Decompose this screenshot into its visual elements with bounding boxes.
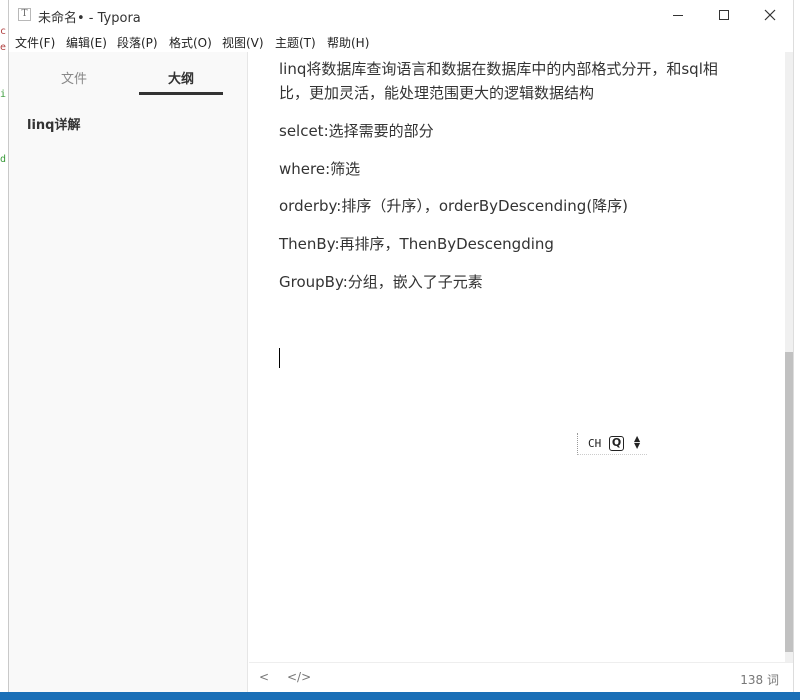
- menu-edit[interactable]: 编辑(E): [66, 34, 107, 51]
- outline-item[interactable]: linq详解: [27, 114, 80, 133]
- menu-bar: 文件(F) 编辑(E) 段落(P) 格式(O) 视图(V) 主题(T) 帮助(H…: [9, 30, 793, 52]
- minimize-icon: [673, 15, 683, 16]
- maximize-button[interactable]: [701, 0, 747, 30]
- paragraph[interactable]: orderby:排序（升序），orderByDescending(降序): [279, 194, 628, 218]
- background-fragment: e: [0, 42, 7, 53]
- tab-outline[interactable]: 大纲: [168, 68, 194, 87]
- close-button[interactable]: [747, 0, 793, 30]
- window-border: [793, 0, 800, 692]
- paragraph[interactable]: ThenBy:再排序，ThenByDescengding: [279, 232, 554, 256]
- background-fragment: i: [0, 89, 7, 100]
- word-count[interactable]: 138 词: [740, 671, 779, 688]
- paragraph[interactable]: selcet:选择需要的部分: [279, 119, 434, 143]
- ime-mode-label[interactable]: CH: [588, 437, 601, 450]
- ime-toolbar[interactable]: CH Q ▲ ▼: [577, 433, 647, 455]
- scrollbar[interactable]: [785, 52, 793, 662]
- menu-theme[interactable]: 主题(T): [275, 34, 316, 51]
- active-tab-indicator: [139, 92, 223, 95]
- menu-format[interactable]: 格式(O): [169, 34, 212, 51]
- paragraph[interactable]: 比，更加灵活，能处理范围更大的逻辑数据结构: [279, 81, 594, 105]
- menu-file[interactable]: 文件(F): [15, 34, 55, 51]
- typora-app-icon: T: [18, 8, 31, 21]
- status-bar: < </> 138 词: [249, 662, 793, 692]
- window-title: 未命名• - Typora: [38, 11, 141, 26]
- menu-view[interactable]: 视图(V): [222, 34, 264, 51]
- paragraph[interactable]: GroupBy:分组，嵌入了子元素: [279, 270, 483, 294]
- paragraph[interactable]: where:筛选: [279, 157, 360, 181]
- taskbar: [0, 692, 800, 700]
- ime-q-icon[interactable]: Q: [609, 436, 624, 451]
- title-bar[interactable]: T 未命名• - Typora: [9, 0, 793, 30]
- sidebar: 文件 大纲 linq详解: [9, 52, 248, 692]
- text-cursor: [279, 348, 280, 368]
- minimize-button[interactable]: [655, 0, 701, 30]
- source-code-mode-button[interactable]: </>: [287, 670, 311, 684]
- toggle-sidebar-button[interactable]: <: [259, 670, 269, 684]
- background-fragment: c: [0, 26, 7, 37]
- paragraph[interactable]: linq将数据库查询语言和数据在数据库中的内部格式分开，和sql相: [279, 57, 718, 81]
- editor-area[interactable]: linq将数据库查询语言和数据在数据库中的内部格式分开，和sql相 比，更加灵活…: [249, 52, 785, 662]
- scrollbar-thumb[interactable]: [785, 352, 793, 652]
- maximize-icon: [719, 10, 729, 20]
- close-icon: [764, 9, 776, 21]
- menu-paragraph[interactable]: 段落(P): [117, 34, 158, 51]
- menu-help[interactable]: 帮助(H): [327, 34, 369, 51]
- background-fragment: d: [0, 154, 7, 165]
- typora-window: T 未命名• - Typora 文件(F) 编辑(E) 段落(P) 格式(O) …: [8, 0, 800, 692]
- tab-files[interactable]: 文件: [61, 68, 87, 87]
- ime-options-icon[interactable]: ▲ ▼: [634, 435, 640, 450]
- background-window-edge: c e i d: [0, 0, 8, 700]
